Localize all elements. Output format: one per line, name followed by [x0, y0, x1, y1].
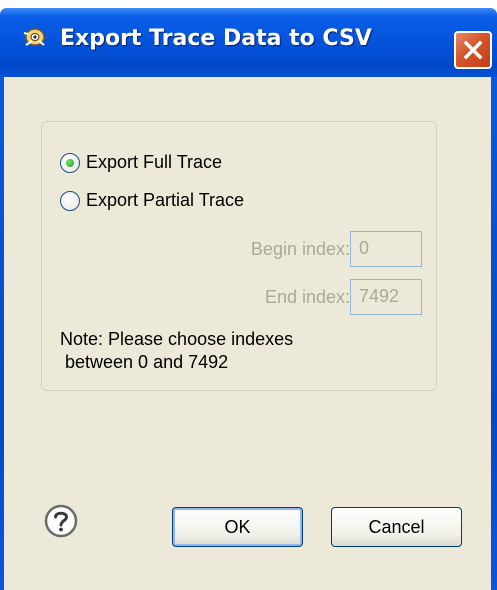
- close-icon: [463, 40, 483, 60]
- dialog-body: Export Full Trace Export Partial Trace B…: [4, 77, 491, 590]
- note-text: Note: Please choose indexes between 0 an…: [60, 328, 293, 374]
- end-index-field[interactable]: 7492: [350, 279, 422, 315]
- window-title: Export Trace Data to CSV: [60, 26, 372, 51]
- export-partial-option[interactable]: Export Partial Trace: [60, 190, 244, 211]
- title-bar[interactable]: Export Trace Data to CSV: [0, 8, 497, 77]
- help-icon[interactable]: [44, 504, 78, 538]
- radio-partial[interactable]: [60, 190, 80, 211]
- app-icon: [23, 28, 45, 46]
- begin-index-label: Begin index:: [250, 239, 350, 259]
- radio-full[interactable]: [60, 152, 80, 173]
- begin-index-field[interactable]: 0: [350, 231, 422, 267]
- dialog-window: Export Trace Data to CSV Export Full Tra…: [0, 8, 497, 590]
- export-full-option[interactable]: Export Full Trace: [60, 152, 222, 173]
- note-line-2: between 0 and 7492: [60, 352, 229, 372]
- export-partial-label: Export Partial Trace: [86, 190, 245, 210]
- end-index-label: End index:: [264, 287, 350, 307]
- close-button[interactable]: [454, 31, 492, 69]
- ok-button[interactable]: OK: [172, 507, 303, 547]
- cancel-button[interactable]: Cancel: [331, 507, 462, 547]
- export-options-group: Export Full Trace Export Partial Trace B…: [41, 121, 437, 391]
- note-line-1: Note: Please choose indexes: [60, 329, 294, 349]
- export-full-label: Export Full Trace: [86, 152, 223, 172]
